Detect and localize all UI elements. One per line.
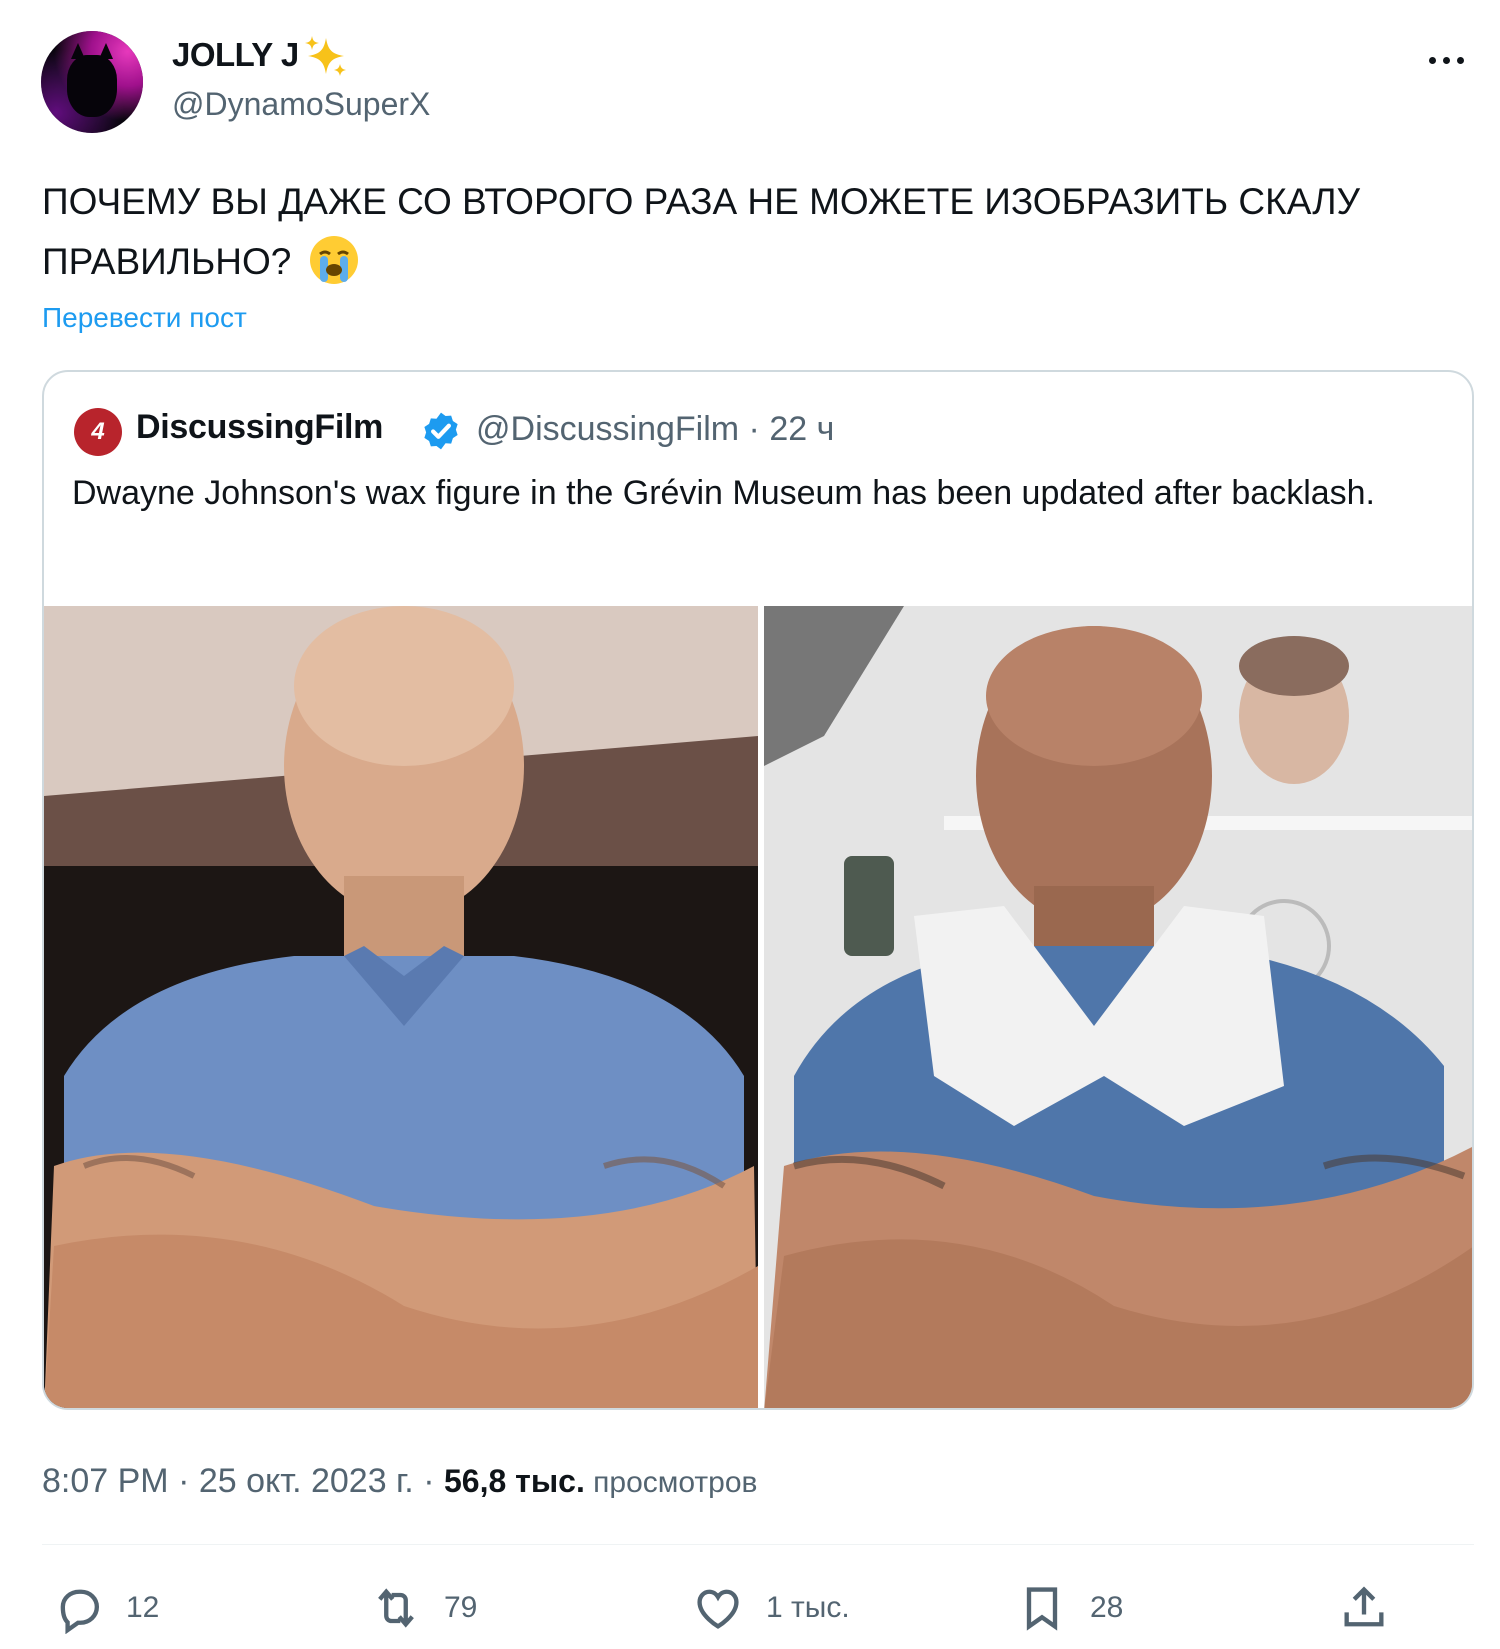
reply-icon bbox=[60, 1589, 100, 1634]
share-button[interactable] bbox=[1338, 1578, 1390, 1638]
logo-glyph: 4 bbox=[91, 418, 105, 445]
translate-post-link[interactable]: Перевести пост bbox=[42, 302, 247, 334]
author-avatar[interactable] bbox=[41, 31, 143, 133]
tweet-body: ПОЧЕМУ ВЫ ДАЖЕ СО ВТОРОГО РАЗА НЕ МОЖЕТЕ… bbox=[42, 181, 1360, 282]
share-icon bbox=[1344, 1586, 1384, 1627]
quoted-text: Dwayne Johnson's wax figure in the Grévi… bbox=[72, 474, 1376, 512]
repost-icon bbox=[378, 1588, 414, 1628]
sparkles-icon bbox=[305, 36, 346, 76]
divider bbox=[42, 1544, 1474, 1545]
reply-button[interactable]: 12 bbox=[52, 1578, 159, 1638]
author-handle[interactable]: @DynamoSuperX bbox=[172, 86, 430, 123]
views-count: 56,8 тыс. bbox=[443, 1463, 585, 1499]
verified-badge-icon bbox=[424, 412, 458, 450]
like-count: 1 тыс. bbox=[766, 1591, 850, 1624]
like-button[interactable]: 1 тыс. bbox=[692, 1578, 850, 1638]
tweet-timestamp-views: 8:07 PM · 25 окт. 2023 г. · 56,8 тыс. пр… bbox=[42, 1462, 757, 1501]
quoted-handle-time[interactable]: @DiscussingFilm · 22 ч bbox=[476, 410, 834, 449]
reply-count: 12 bbox=[126, 1591, 160, 1624]
repost-count: 79 bbox=[444, 1591, 478, 1624]
tweet-text: ПОЧЕМУ ВЫ ДАЖЕ СО ВТОРОГО РАЗА НЕ МОЖЕТЕ… bbox=[42, 172, 1462, 292]
quoted-tweet-card[interactable]: 4 DiscussingFilm @DiscussingFilm · 22 ч … bbox=[42, 370, 1474, 1410]
batman-avatar-icon bbox=[67, 43, 117, 117]
wax-figure-photo-original[interactable] bbox=[44, 606, 758, 1408]
more-options-icon[interactable] bbox=[1426, 50, 1466, 70]
wax-figure-photo-updated[interactable] bbox=[764, 606, 1472, 1408]
tweet-timestamp[interactable]: 8:07 PM · 25 окт. 2023 г. · bbox=[42, 1462, 444, 1500]
heart-icon bbox=[697, 1589, 739, 1629]
discussingfilm-logo-icon[interactable]: 4 bbox=[74, 408, 122, 456]
repost-button[interactable]: 79 bbox=[370, 1578, 477, 1638]
bookmark-icon bbox=[1026, 1587, 1058, 1631]
views-label: просмотров bbox=[584, 1466, 758, 1499]
author-display-name[interactable]: JOLLY J bbox=[172, 36, 299, 74]
bookmark-count: 28 bbox=[1090, 1591, 1124, 1624]
tweet-action-bar: 12 79 1 тыс. 28 bbox=[0, 1578, 1500, 1638]
quoted-author-name[interactable]: DiscussingFilm bbox=[136, 408, 383, 447]
crying-face-icon bbox=[309, 236, 358, 285]
bookmark-button[interactable]: 28 bbox=[1016, 1578, 1123, 1638]
